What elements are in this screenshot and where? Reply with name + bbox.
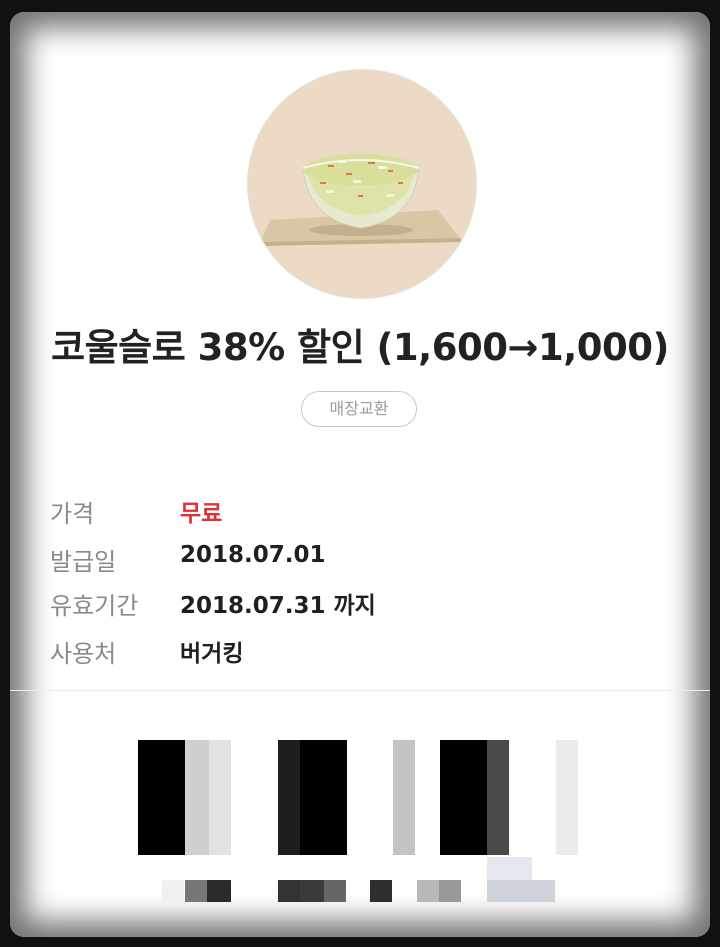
barcode-digit-block bbox=[370, 880, 392, 902]
barcode-obscured bbox=[138, 740, 578, 902]
barcode-digit-block bbox=[439, 880, 461, 902]
barcode-block bbox=[185, 740, 209, 855]
barcode-block bbox=[300, 740, 347, 855]
screen-frame: 코울슬로 38% 할인 (1,600→1,000) 매장교환 가격 무료 발급일… bbox=[0, 0, 720, 947]
coupon-card-body: 코울슬로 38% 할인 (1,600→1,000) 매장교환 가격 무료 발급일… bbox=[10, 12, 710, 937]
barcode-block bbox=[393, 740, 415, 855]
barcode-block bbox=[138, 740, 185, 855]
barcode-digit-block bbox=[185, 880, 207, 902]
barcode-digit-block bbox=[300, 880, 324, 902]
barcode-digit-block bbox=[487, 880, 555, 902]
barcode-block bbox=[209, 740, 231, 855]
barcode-digit-block bbox=[417, 880, 439, 902]
barcode-block bbox=[487, 740, 509, 855]
barcode-block bbox=[440, 740, 487, 855]
barcode-block bbox=[556, 740, 578, 855]
coupon-card: 코울슬로 38% 할인 (1,600→1,000) 매장교환 가격 무료 발급일… bbox=[10, 12, 710, 937]
barcode-block bbox=[278, 740, 300, 855]
barcode-digit-block bbox=[487, 857, 532, 880]
barcode-digit-block bbox=[324, 880, 346, 902]
barcode-digit-block bbox=[162, 880, 184, 902]
barcode-digit-block bbox=[278, 880, 300, 902]
barcode-digit-block bbox=[207, 880, 231, 902]
